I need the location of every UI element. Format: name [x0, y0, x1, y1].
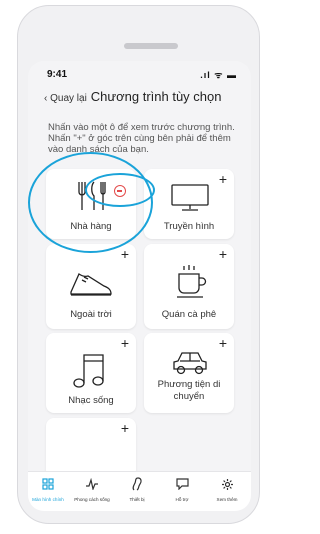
- tab-lifestyle[interactable]: Phong cách sống: [72, 475, 112, 502]
- card-label: Truyền hình: [163, 221, 215, 232]
- hearing-device-icon: [132, 477, 142, 491]
- lifestyle-icon: [86, 478, 98, 490]
- card-label: Quán cà phê: [161, 309, 217, 320]
- status-icons: .ıl ᯤ ▬: [200, 70, 237, 80]
- screen: 9:41 .ıl ᯤ ▬ ‹ Quay lại Chương trình tùy…: [28, 61, 251, 511]
- home-grid-icon: [42, 478, 54, 490]
- add-button-outdoor[interactable]: +: [118, 247, 132, 261]
- tab-more[interactable]: Xem thêm: [207, 475, 247, 502]
- coffee-icon: [177, 265, 207, 298]
- gear-icon: [221, 478, 233, 490]
- program-card-transport[interactable]: Phương tiện di chuyển +: [144, 333, 234, 413]
- page-title: Chương trình tùy chọn: [90, 89, 222, 104]
- card-label: Nhạc sống: [68, 395, 114, 406]
- add-button-transport[interactable]: +: [216, 336, 230, 350]
- instructions-text: Nhấn vào một ô để xem trước chương trình…: [48, 122, 235, 155]
- program-card-restaurant[interactable]: Nhà hàng: [46, 169, 136, 239]
- tab-label: Hỗ trợ: [175, 497, 189, 502]
- tab-devices[interactable]: Thiết bị: [117, 475, 157, 502]
- restaurant-icon: [78, 181, 106, 210]
- nav-bar: ‹ Quay lại Chương trình tùy chọn: [44, 89, 221, 105]
- speaker-notch: [124, 43, 178, 49]
- tab-label: Thiết bị: [129, 497, 145, 502]
- tab-bar: Màn hình chính Phong cách sống Thiết bị: [28, 471, 251, 511]
- status-time: 9:41: [47, 69, 68, 80]
- program-card-outdoor[interactable]: Ngoài trời +: [46, 244, 136, 329]
- add-button-tv[interactable]: +: [216, 172, 230, 186]
- card-label: Phương tiện di chuyển: [157, 379, 221, 402]
- tab-label: Phong cách sống: [74, 497, 110, 502]
- remove-button-restaurant[interactable]: [114, 185, 126, 197]
- tab-support[interactable]: Hỗ trợ: [162, 475, 202, 502]
- program-card-tv[interactable]: Truyền hình +: [144, 169, 234, 239]
- program-card-cafe[interactable]: Quán cà phê +: [144, 244, 234, 329]
- program-card-partial[interactable]: +: [46, 418, 136, 478]
- back-button[interactable]: ‹ Quay lại: [44, 93, 87, 104]
- shoe-icon: [70, 273, 112, 296]
- add-button-cafe[interactable]: +: [216, 247, 230, 261]
- music-note-icon: [73, 354, 104, 388]
- add-button-music[interactable]: +: [118, 336, 132, 350]
- card-label: Ngoài trời: [70, 309, 112, 320]
- card-label: Nhà hàng: [70, 221, 112, 232]
- tab-label: Màn hình chính: [32, 497, 64, 502]
- add-button-partial[interactable]: +: [118, 421, 132, 435]
- status-bar: 9:41 .ıl ᯤ ▬: [28, 61, 251, 85]
- tab-home[interactable]: Màn hình chính: [28, 475, 68, 502]
- program-card-music[interactable]: Nhạc sống +: [46, 333, 136, 413]
- tab-label: Xem thêm: [216, 497, 238, 502]
- car-icon: [173, 352, 207, 375]
- phone-frame: 9:41 .ıl ᯤ ▬ ‹ Quay lại Chương trình tùy…: [17, 5, 260, 524]
- tv-icon: [171, 184, 209, 211]
- chat-bubble-icon: [175, 478, 189, 490]
